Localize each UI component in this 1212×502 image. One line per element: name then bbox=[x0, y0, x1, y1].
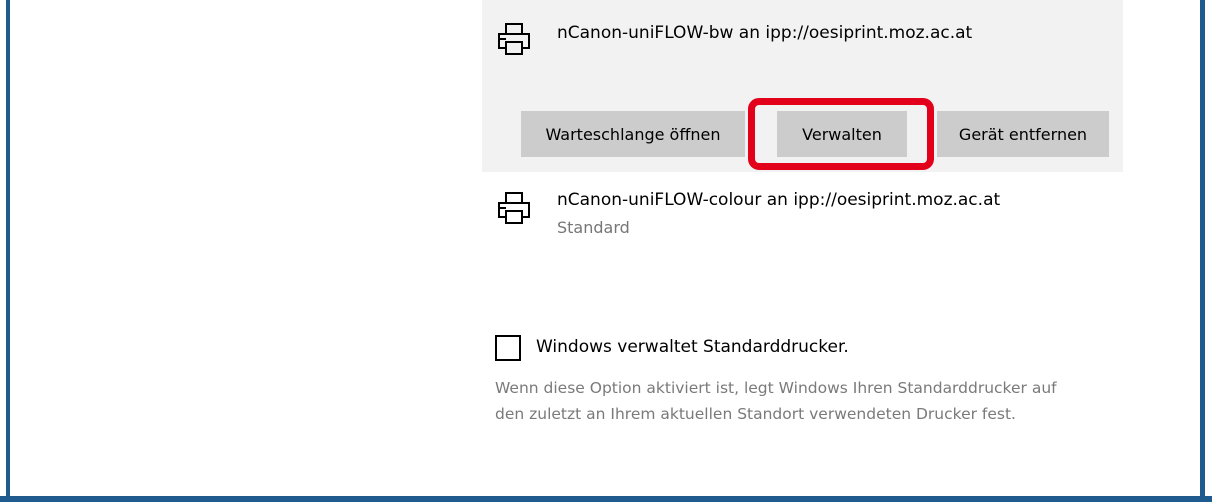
printer-icon bbox=[498, 192, 530, 224]
manage-default-printer-checkbox[interactable] bbox=[495, 335, 521, 361]
open-queue-button[interactable]: Warteschlange öffnen bbox=[521, 111, 745, 157]
printer-status-default: Standard bbox=[557, 218, 630, 237]
window-frame-left bbox=[6, 0, 10, 502]
highlight-annotation bbox=[748, 98, 934, 170]
manage-default-printer-description: Wenn diese Option aktiviert ist, legt Wi… bbox=[495, 379, 1057, 423]
remove-device-button[interactable]: Gerät entfernen bbox=[937, 111, 1109, 157]
printer-name-colour[interactable]: nCanon-uniFLOW-colour an ipp://oesiprint… bbox=[557, 190, 1000, 210]
window-frame-bottom bbox=[0, 496, 1212, 502]
window-frame-right bbox=[1200, 0, 1205, 502]
printer-name-bw: nCanon-uniFLOW-bw an ipp://oesiprint.moz… bbox=[557, 23, 973, 43]
printer-icon bbox=[498, 23, 530, 55]
manage-default-printer-label[interactable]: Windows verwaltet Standarddrucker. bbox=[536, 337, 849, 357]
